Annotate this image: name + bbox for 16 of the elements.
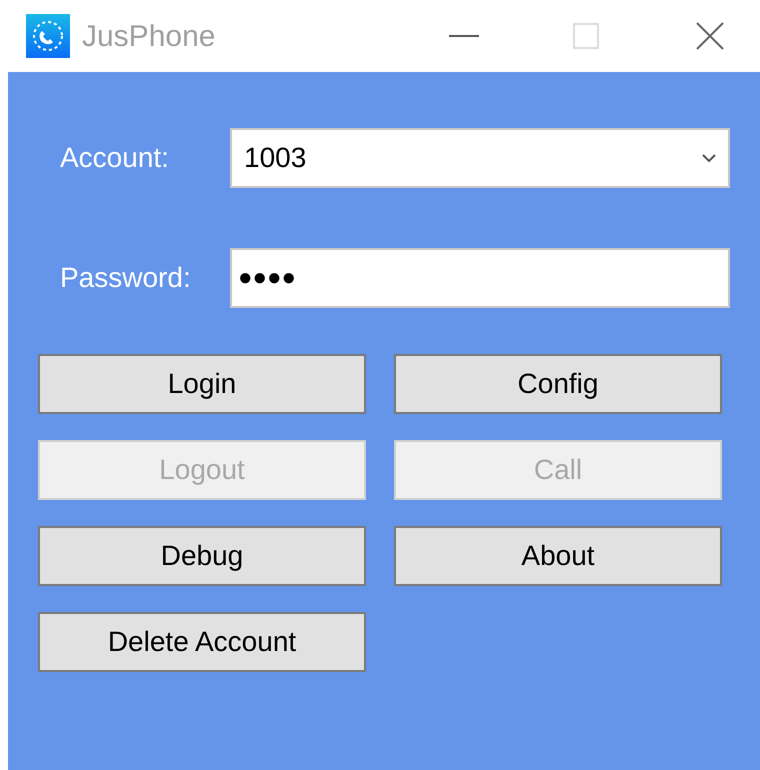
account-value: 1003 [244, 141, 308, 175]
minimize-icon [449, 35, 479, 37]
close-icon [696, 22, 724, 50]
action-button[interactable]: About [394, 526, 722, 586]
chevron-down-icon [702, 154, 716, 162]
action-button[interactable]: Login [38, 354, 366, 414]
account-label: Account: [60, 141, 170, 175]
maximize-icon [573, 23, 599, 49]
password-label: Password: [60, 261, 192, 295]
action-button[interactable]: Config [394, 354, 722, 414]
window-title: JusPhone [82, 18, 216, 54]
password-field[interactable]: ●●●● [230, 248, 730, 308]
action-button[interactable]: Debug [38, 526, 366, 586]
app-logo-icon [26, 14, 70, 58]
account-dropdown[interactable]: 1003 [230, 128, 730, 188]
action-button[interactable]: Delete Account [38, 612, 366, 672]
